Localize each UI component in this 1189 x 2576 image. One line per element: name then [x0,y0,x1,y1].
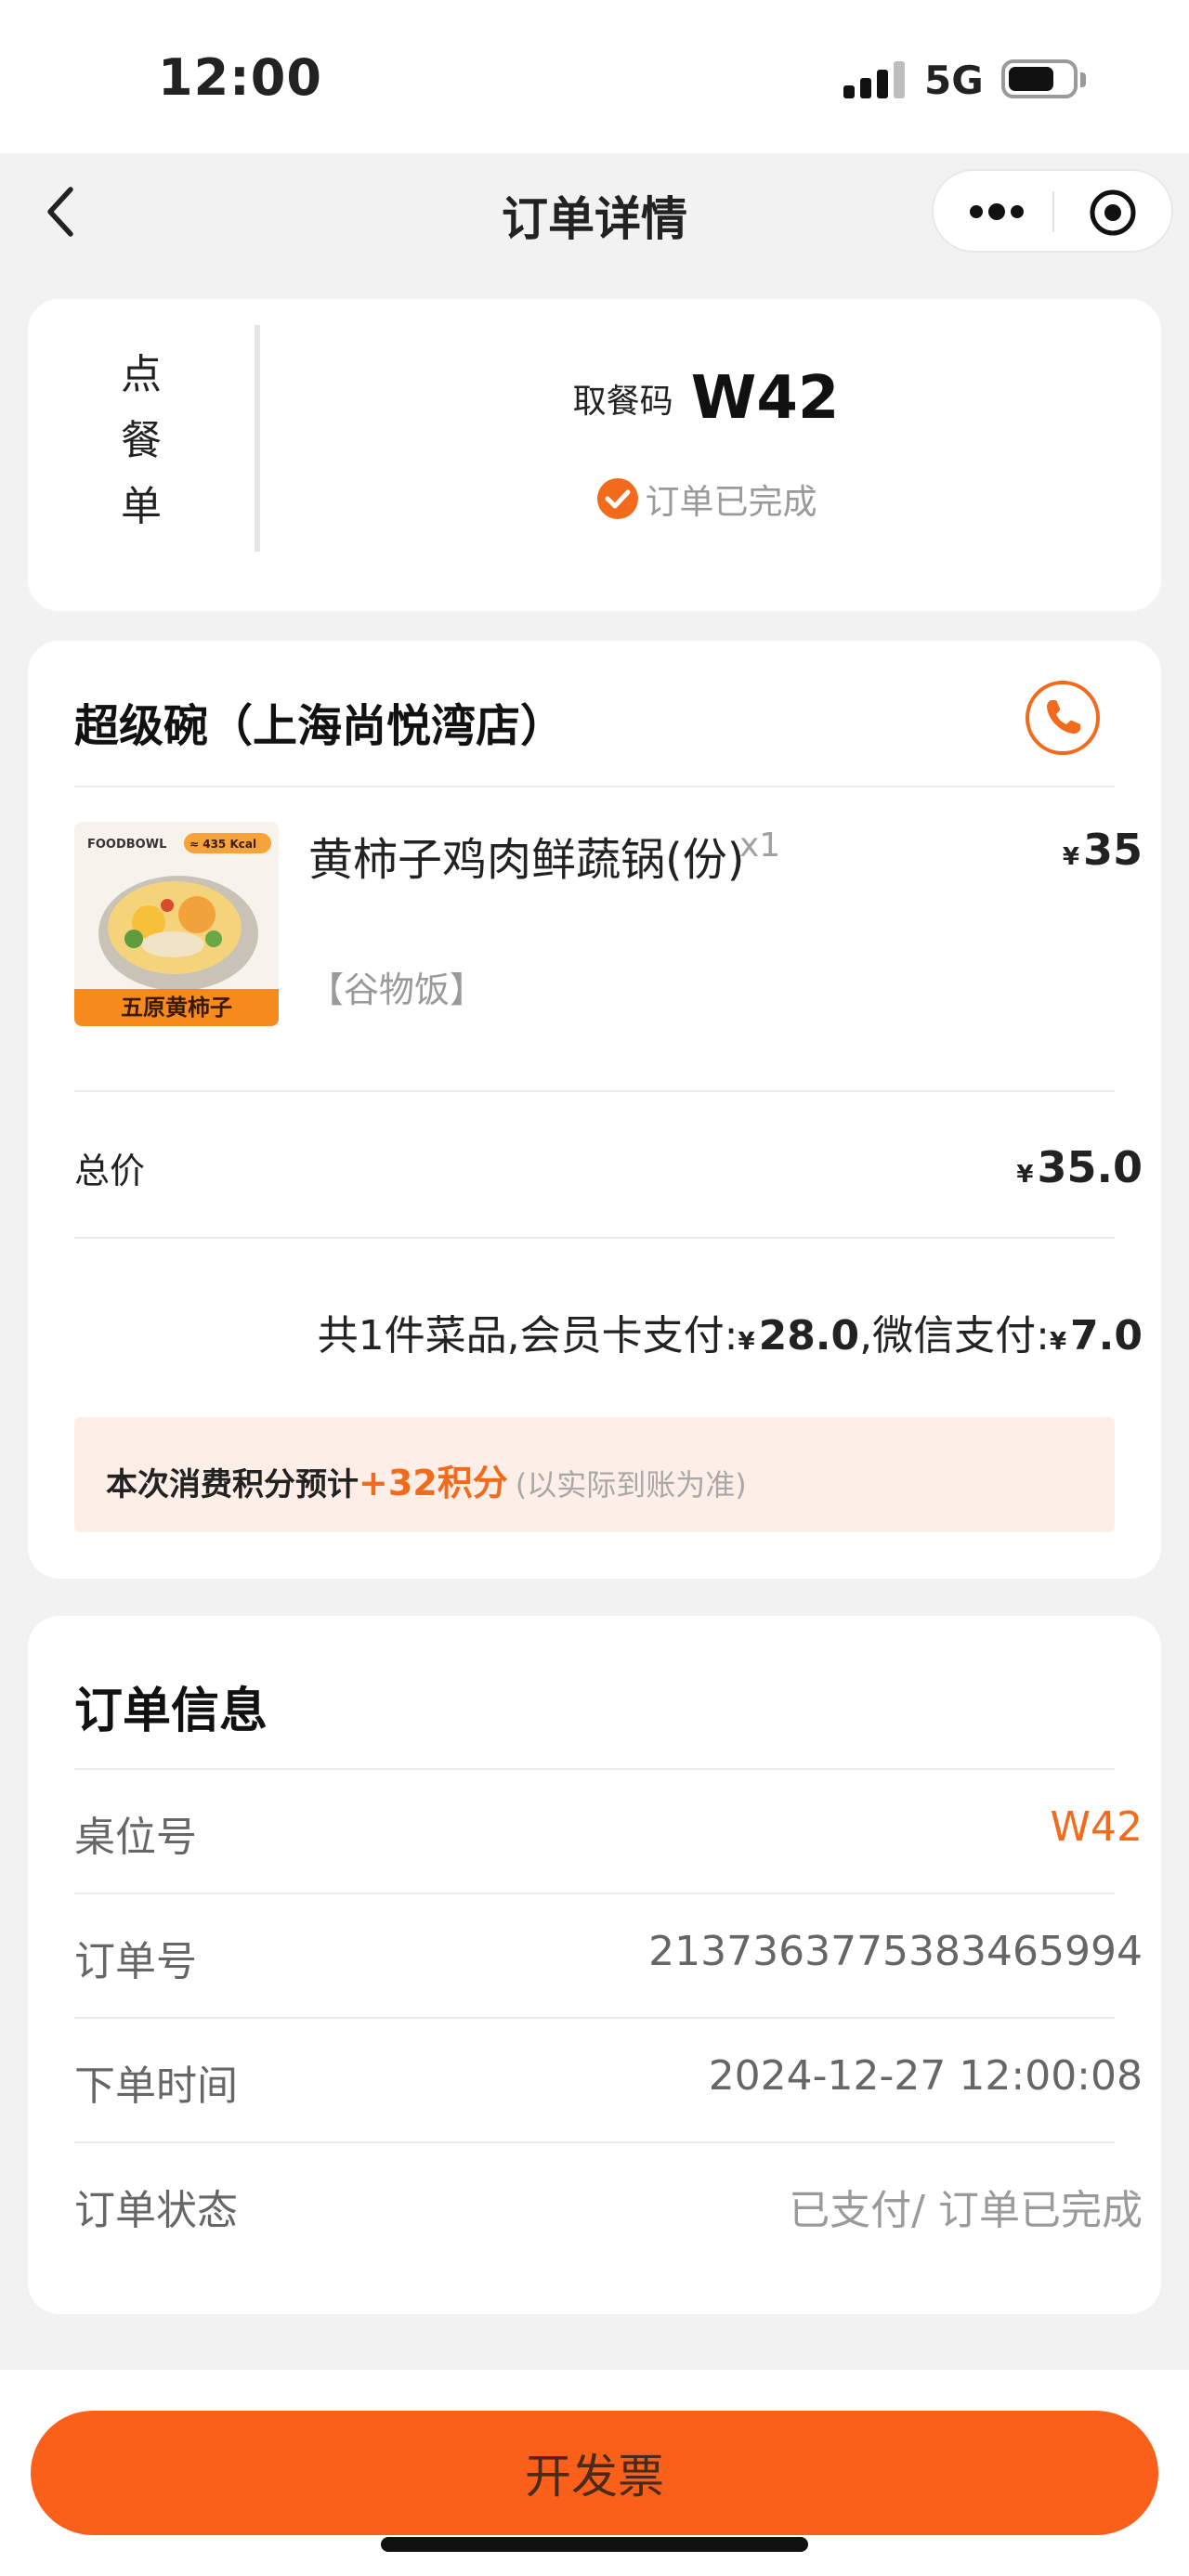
more-icon[interactable] [967,193,1026,230]
pickup-label: 取餐码 [572,383,673,421]
points-banner: 本次消费积分预计+32积分 (以实际到账为准) [74,1417,1115,1532]
network-label: 5G [924,58,984,103]
miniprogram-capsule [932,169,1173,253]
back-button[interactable] [37,178,93,243]
capsule-divider [1052,191,1054,232]
status-time: 12:00 [158,48,322,107]
divider [74,1237,1115,1239]
pickup-code-row: 取餐码 W42 [251,364,1161,433]
store-name: 超级碗（上海尚悦湾店） [74,700,566,752]
battery-tip [1080,72,1086,87]
phone-button[interactable] [1025,680,1101,756]
table-number: W42 [1050,1803,1143,1851]
item-price: ¥35 [1062,825,1143,875]
check-circle-icon [595,476,640,521]
points-note: (以实际到账为准) [515,1467,747,1503]
order-type-label: 点 餐 单 [121,351,162,530]
phone-icon [1026,681,1100,755]
divider [74,1090,1115,1092]
store-card: 超级碗（上海尚悦湾店） FOODBOWL ≈ 435 Kcal 五原黄柿子 黄柿… [28,641,1161,1579]
pickup-card: 点 餐 单 取餐码 W42 订单已完成 [28,299,1161,611]
info-row-order-status: 订单状态 已支付/ 订单已完成 [74,2141,1143,2266]
item-name: 黄柿子鸡肉鲜蔬锅(份) [308,834,745,886]
points-amount: +32积分 [359,1463,508,1503]
item-quantity: x1 [739,826,781,865]
home-indicator [381,2537,808,2552]
battery-icon [1001,59,1078,98]
order-status-text: 订单已完成 [645,482,817,522]
item-image-brand: FOODBOWL [87,838,166,852]
order-info-title: 订单信息 [74,1684,268,1739]
close-miniprogram-icon[interactable] [1088,188,1138,238]
item-spec: 【谷物饭】 [308,969,486,1010]
info-row-table: 桌位号 W42 [74,1803,1143,1861]
payment-summary: 共1件菜品,会员卡支付:¥28.0,微信支付:¥7.0 [317,1312,1143,1360]
status-bar: 12:00 5G [0,0,1189,153]
order-number: 2137363775383465994 [648,1928,1143,1975]
signal-icon [843,61,905,98]
info-row-order-number: 订单号 2137363775383465994 [74,1928,1143,1985]
total-value: ¥35.0 [1016,1142,1143,1192]
item-image[interactable]: FOODBOWL ≈ 435 Kcal 五原黄柿子 [74,822,279,1026]
item-image-caption: 五原黄柿子 [121,995,232,1021]
info-row-order-time: 下单时间 2024-12-27 12:00:08 [74,2052,1143,2110]
invoice-button[interactable]: 开发票 [31,2411,1158,2535]
order-status: 订单已完成 [251,474,1161,524]
order-info-card: 订单信息 桌位号 W42 订单号 2137363775383465994 下单时… [28,1616,1161,2314]
divider [74,786,1115,787]
order-time: 2024-12-27 12:00:08 [708,2052,1143,2100]
points-text: 本次消费积分预计+32积分 (以实际到账为准) [106,1463,747,1503]
page-title: 订单详情 [502,192,687,246]
chevron-left-icon [47,187,73,237]
total-label: 总价 [74,1151,146,1191]
item-image-kcal: ≈ 435 Kcal [189,838,256,851]
pickup-code: W42 [690,364,840,433]
order-status-value: 已支付/ 订单已完成 [789,2187,1143,2234]
